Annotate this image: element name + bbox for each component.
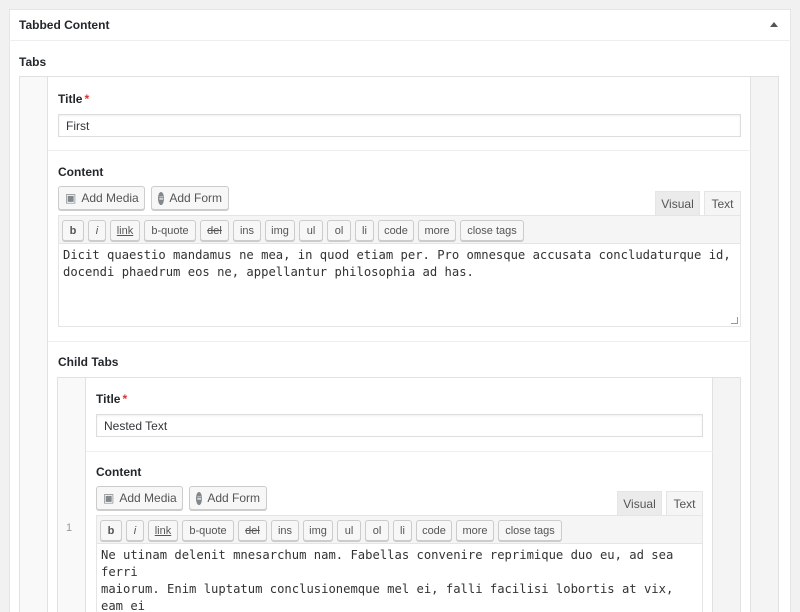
panel-header[interactable] [9,9,791,41]
child-content-label: Content [96,465,142,479]
qt-ul-button[interactable]: ul [299,220,323,241]
qt-link-button[interactable]: link [110,220,140,241]
child-text-tab[interactable]: Text [666,491,703,516]
qt-img-button[interactable]: img [265,220,295,241]
row-handle-right[interactable] [751,77,778,612]
qt-img-button[interactable]: img [303,520,333,541]
quicktags-toolbar: b i link b-quote del ins img ul ol li co… [58,215,741,244]
qt-close-tags-button[interactable]: close tags [498,520,562,541]
child-tabs-label: Child Tabs [58,355,119,369]
qt-ins-button[interactable]: ins [271,520,299,541]
qt-more-button[interactable]: more [456,520,494,541]
qt-code-button[interactable]: code [416,520,452,541]
add-media-button[interactable]: ▣ Add Media [58,186,145,210]
add-form-button[interactable]: ≡ Add Form [151,186,229,210]
qt-bold-button[interactable]: b [62,220,84,241]
qt-ol-button[interactable]: ol [327,220,351,241]
resize-grip-icon[interactable] [731,317,738,324]
qt-del-button[interactable]: del [200,220,229,241]
child-content-textarea[interactable]: Ne utinam delenit mnesarchum nam. Fabell… [96,544,703,612]
media-icon: ▣ [65,191,77,205]
visual-tab[interactable]: Visual [655,191,700,216]
field-divider [86,451,713,452]
collapse-arrow-icon[interactable] [770,22,778,27]
title-label: Title * [58,92,90,106]
qt-ul-button[interactable]: ul [337,520,361,541]
qt-italic-button[interactable]: i [126,520,144,541]
child-add-form-button[interactable]: ≡ Add Form [189,486,267,510]
tabs-field-label: Tabs [19,55,47,69]
required-mark: * [122,392,128,406]
child-quicktags-toolbar: b i link b-quote del ins img ul ol li co… [96,515,703,544]
qt-li-button[interactable]: li [393,520,412,541]
title-input[interactable]: First [58,114,741,137]
child-title-label: Title * [96,392,128,406]
field-divider [48,341,751,342]
child-title-input[interactable]: Nested Text [96,414,703,437]
panel-title: Tabbed Content [19,18,110,32]
qt-ins-button[interactable]: ins [233,220,261,241]
row-index: 1 [66,522,73,534]
qt-more-button[interactable]: more [418,220,456,241]
child-add-media-button[interactable]: ▣ Add Media [96,486,183,510]
required-mark: * [84,92,90,106]
qt-bquote-button[interactable]: b-quote [182,520,234,541]
media-icon: ▣ [103,491,115,505]
qt-bquote-button[interactable]: b-quote [144,220,196,241]
content-label: Content [58,165,104,179]
qt-del-button[interactable]: del [238,520,267,541]
qt-ol-button[interactable]: ol [365,520,389,541]
qt-li-button[interactable]: li [355,220,374,241]
qt-link-button[interactable]: link [148,520,178,541]
field-divider [48,150,751,151]
qt-italic-button[interactable]: i [88,220,106,241]
qt-code-button[interactable]: code [378,220,414,241]
child-visual-tab[interactable]: Visual [617,491,662,516]
form-icon: ≡ [158,191,165,205]
qt-bold-button[interactable]: b [100,520,122,541]
qt-close-tags-button[interactable]: close tags [460,220,524,241]
form-icon: ≡ [196,491,203,505]
text-tab[interactable]: Text [704,191,741,216]
content-textarea[interactable]: Dicit quaestio mandamus ne mea, in quod … [58,244,741,327]
child-row-handle-right[interactable] [713,378,740,612]
